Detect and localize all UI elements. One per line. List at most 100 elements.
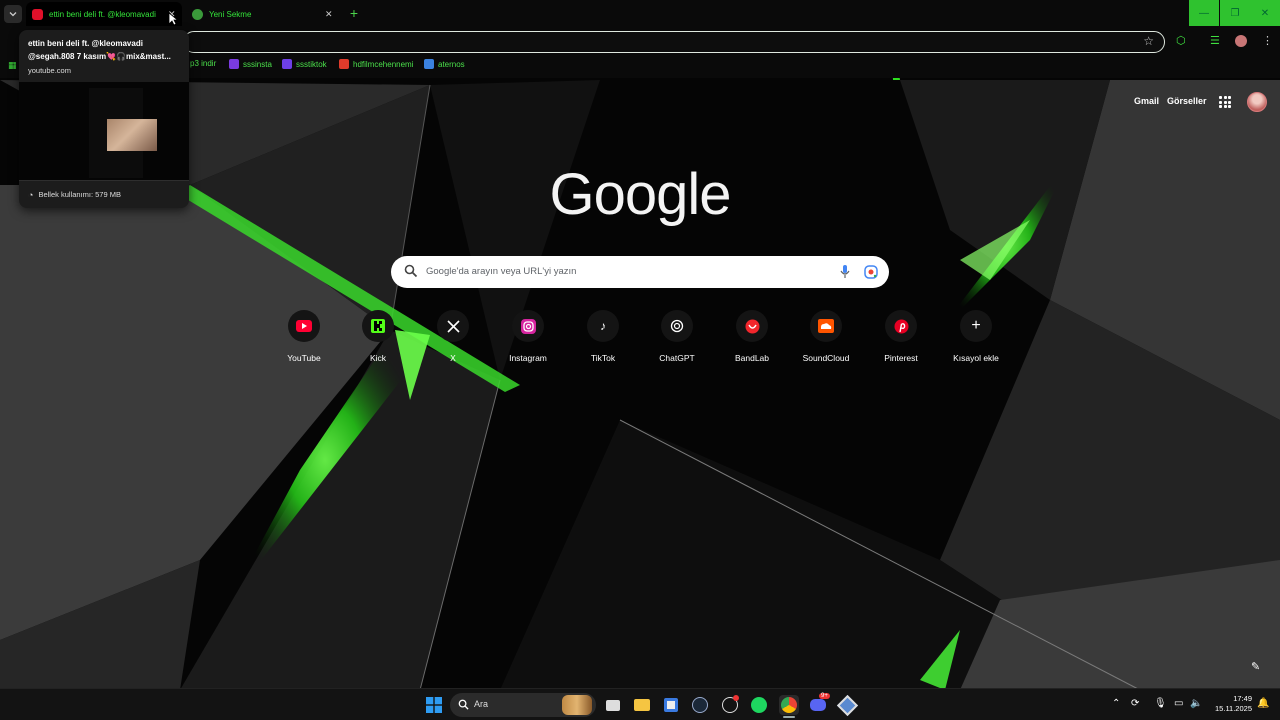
sssinsta-icon bbox=[229, 59, 239, 69]
google-logo: Google bbox=[549, 162, 731, 227]
minimize-button[interactable]: — bbox=[1189, 0, 1219, 26]
volume-icon[interactable]: 🔈 bbox=[1190, 698, 1202, 709]
search-box[interactable]: Google'da arayın veya URL'yi yazın bbox=[391, 256, 889, 288]
taskbar-discord[interactable]: 9+ bbox=[808, 693, 830, 715]
menu-icon[interactable]: ⋮ bbox=[1262, 34, 1273, 47]
system-clock[interactable]: 17:49 15.11.2025 bbox=[1206, 694, 1252, 714]
chevron-down-icon bbox=[9, 12, 17, 17]
settings-gear-icon bbox=[836, 694, 858, 716]
address-bar[interactable]: ☆ bbox=[183, 31, 1165, 53]
tab-new-tab[interactable]: Yeni Sekme ✕ bbox=[186, 2, 342, 26]
shortcut-instagram[interactable]: Instagram bbox=[491, 310, 565, 368]
taskbar-store[interactable] bbox=[661, 695, 681, 715]
tab-title: ettin beni deli ft. @kleomavadi bbox=[49, 9, 156, 19]
toolbar: ☆ bbox=[0, 28, 1280, 56]
close-window-button[interactable]: ✕ bbox=[1250, 0, 1280, 26]
notification-badge: 9+ bbox=[819, 693, 830, 699]
sync-icon[interactable]: ⟳ bbox=[1131, 698, 1139, 709]
plus-icon: + bbox=[971, 317, 981, 334]
tiktok-icon: ♪ bbox=[600, 319, 606, 333]
shortcut-soundcloud[interactable]: SoundCloud bbox=[789, 310, 863, 368]
shortcut-youtube[interactable]: YouTube bbox=[267, 310, 341, 368]
account-avatar[interactable] bbox=[1247, 92, 1267, 112]
start-button[interactable] bbox=[424, 695, 444, 715]
close-tab-icon[interactable]: ✕ bbox=[325, 9, 333, 20]
google-lens-icon[interactable] bbox=[863, 264, 879, 280]
soundcloud-icon bbox=[818, 319, 834, 333]
search-highlight-image bbox=[562, 695, 592, 715]
notification-bell-icon[interactable]: 🔔 bbox=[1257, 698, 1269, 709]
tab-hover-card: ettin beni deli ft. @kleomavadi @segah.8… bbox=[19, 30, 189, 208]
maximize-button[interactable]: ❐ bbox=[1220, 0, 1250, 26]
bookmark-ssstiktok[interactable]: ssstiktok bbox=[282, 59, 327, 69]
gmail-link[interactable]: Gmail bbox=[1134, 96, 1159, 106]
bookmark-sssinsta[interactable]: sssinsta bbox=[229, 59, 272, 69]
memory-icon: ◔ bbox=[28, 189, 34, 200]
shortcut-x[interactable]: X bbox=[416, 310, 490, 368]
shortcut-bandlab[interactable]: BandLab bbox=[715, 310, 789, 368]
shortcut-chatgpt[interactable]: ChatGPT bbox=[640, 310, 714, 368]
kick-icon bbox=[371, 319, 385, 333]
bookmark-hdfilmcehennemi[interactable]: hdfilmcehennemi bbox=[339, 59, 413, 69]
taskbar-app-10[interactable] bbox=[836, 694, 858, 716]
apps-grid-icon[interactable]: ▦ bbox=[8, 60, 17, 71]
hover-card-title: ettin beni deli ft. @kleomavadi @segah.8… bbox=[28, 39, 171, 61]
bookmark-star-icon[interactable]: ☆ bbox=[1143, 34, 1154, 48]
profile-icon[interactable] bbox=[1235, 35, 1247, 47]
microphone-icon[interactable] bbox=[840, 264, 850, 280]
taskbar-steam[interactable] bbox=[690, 695, 710, 715]
x-icon bbox=[446, 319, 460, 333]
new-tab-button[interactable]: + bbox=[346, 6, 362, 22]
taskbar-file-explorer[interactable] bbox=[632, 695, 652, 715]
tray-overflow-icon[interactable]: ⌃ bbox=[1112, 698, 1120, 709]
pinterest-icon bbox=[894, 319, 908, 333]
hdfilm-icon bbox=[339, 59, 349, 69]
windows-icon bbox=[426, 697, 442, 713]
chrome-icon bbox=[781, 697, 797, 713]
bookmark-aternos[interactable]: aternos bbox=[424, 59, 465, 69]
tab-title: Yeni Sekme bbox=[209, 9, 252, 19]
taskbar-chrome[interactable] bbox=[779, 695, 799, 715]
store-icon bbox=[664, 698, 678, 712]
taskbar-app-6[interactable] bbox=[720, 695, 740, 715]
bookmarks-bar: ▦ p3 indir sssinsta ssstiktok hdfilmcehe… bbox=[0, 56, 1280, 78]
tab-youtube[interactable]: ettin beni deli ft. @kleomavadi ✕ bbox=[26, 2, 182, 26]
customize-pencil-icon[interactable]: ✎ bbox=[1251, 660, 1260, 673]
google-apps-icon[interactable] bbox=[1219, 96, 1231, 108]
spotify-icon bbox=[751, 697, 767, 713]
taskbar-task-view[interactable] bbox=[603, 695, 623, 715]
search-icon bbox=[458, 699, 469, 710]
chatgpt-icon bbox=[670, 319, 684, 333]
youtube-icon bbox=[32, 8, 43, 20]
shortcut-kick[interactable]: Kick bbox=[341, 310, 415, 368]
taskbar-search[interactable]: Ara bbox=[450, 693, 596, 717]
extensions-icon[interactable]: ⬡ bbox=[1176, 34, 1186, 47]
images-link[interactable]: Görseller bbox=[1167, 96, 1207, 106]
aternos-icon bbox=[424, 59, 434, 69]
bookmark-p3-indir[interactable]: p3 indir bbox=[190, 59, 216, 68]
bandlab-icon bbox=[745, 319, 759, 333]
search-input[interactable]: Google'da arayın veya URL'yi yazın bbox=[426, 266, 576, 277]
taskbar-spotify[interactable] bbox=[749, 695, 769, 715]
tab-strip: ettin beni deli ft. @kleomavadi ✕ Yeni S… bbox=[0, 0, 1280, 28]
memory-usage: ◔ Bellek kullanımı: 579 MB bbox=[19, 180, 189, 208]
mouse-cursor-icon bbox=[168, 12, 178, 26]
tab-search-button[interactable] bbox=[4, 5, 22, 23]
task-view-icon bbox=[606, 699, 620, 711]
active-app-indicator bbox=[783, 716, 795, 718]
youtube-icon bbox=[296, 320, 312, 332]
media-controls-icon[interactable]: ☰ bbox=[1210, 34, 1220, 47]
steam-icon bbox=[692, 697, 708, 713]
shortcut-add[interactable]: + Kısayol ekle bbox=[939, 310, 1013, 368]
ssstiktok-icon bbox=[282, 59, 292, 69]
search-icon bbox=[404, 264, 418, 278]
shortcut-pinterest[interactable]: Pinterest bbox=[864, 310, 938, 368]
folder-icon bbox=[634, 699, 650, 711]
shortcut-tiktok[interactable]: ♪ TikTok bbox=[566, 310, 640, 368]
hover-card-domain: youtube.com bbox=[28, 66, 71, 75]
microphone-icon[interactable]: 🎙 bbox=[1154, 698, 1167, 709]
discord-icon bbox=[810, 699, 826, 711]
instagram-icon bbox=[520, 318, 536, 334]
network-icon[interactable]: ▭ bbox=[1174, 698, 1183, 709]
chrome-icon bbox=[192, 8, 203, 20]
